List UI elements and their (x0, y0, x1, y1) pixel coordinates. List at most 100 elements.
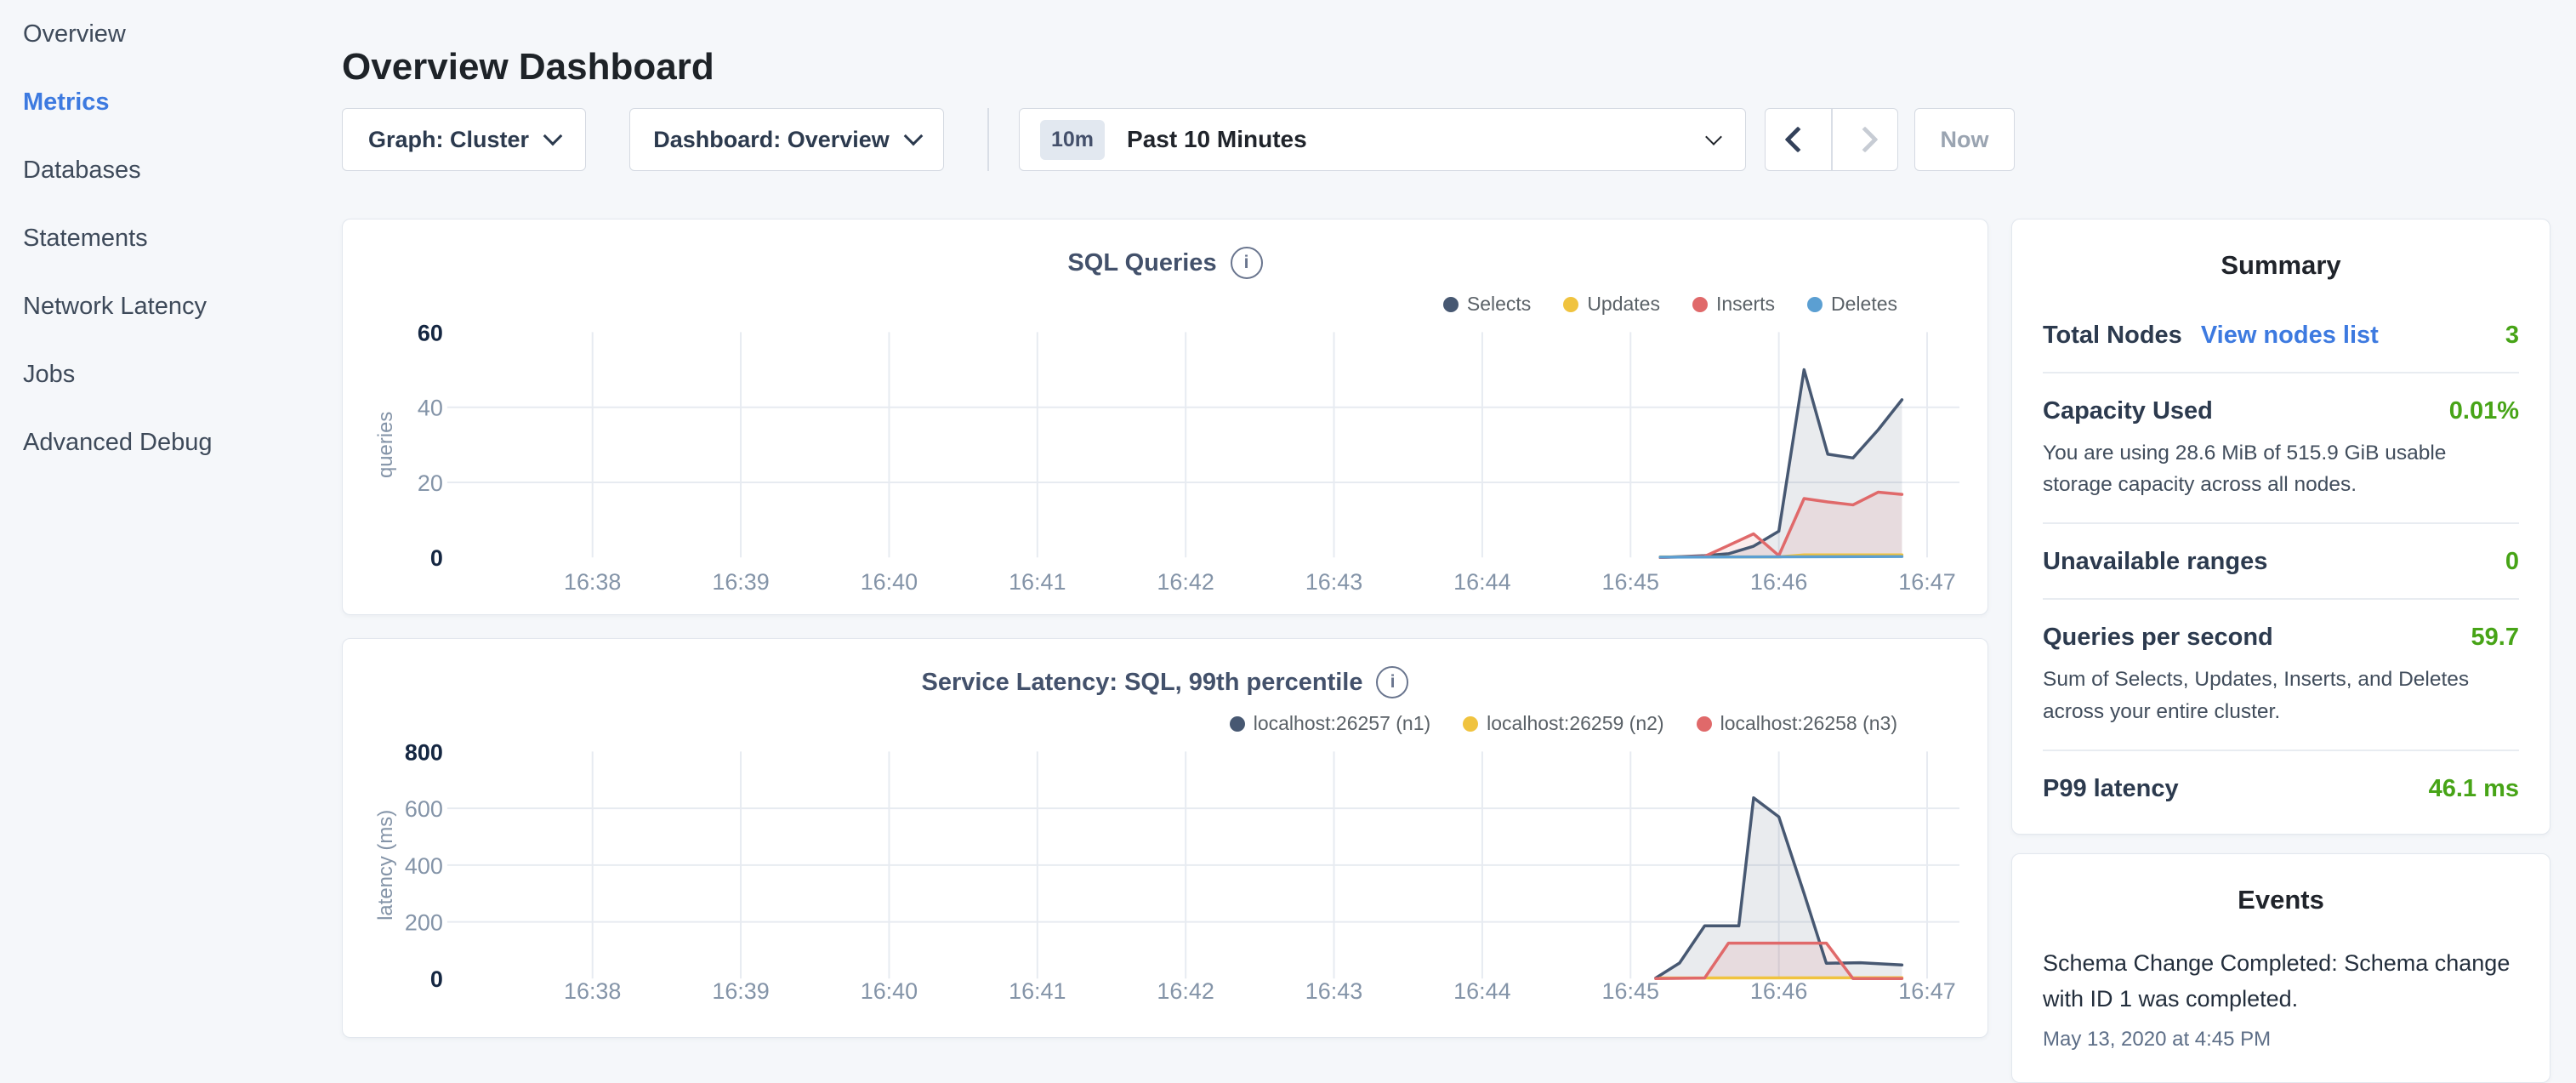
sidebar-item-statements[interactable]: Statements (23, 204, 312, 272)
controls-divider (987, 108, 989, 171)
chevron-right-icon (1851, 126, 1878, 152)
legend-dot (1697, 716, 1712, 732)
svg-text:16:39: 16:39 (712, 569, 769, 595)
svg-text:40: 40 (418, 396, 443, 421)
svg-text:0: 0 (430, 545, 443, 571)
now-button-label: Now (1941, 127, 1989, 153)
sidebar-item-databases[interactable]: Databases (23, 136, 312, 204)
svg-text:16:41: 16:41 (1009, 569, 1066, 595)
svg-text:60: 60 (418, 320, 443, 345)
sidebar-item-network-latency[interactable]: Network Latency (23, 272, 312, 340)
info-icon[interactable]: i (1376, 666, 1408, 698)
chart-legend: localhost:26257 (n1) localhost:26259 (n2… (1230, 712, 1897, 735)
sidebar-item-advanced-debug[interactable]: Advanced Debug (23, 408, 312, 476)
svg-text:16:40: 16:40 (861, 978, 918, 1004)
sidebar-item-overview[interactable]: Overview (23, 0, 312, 68)
capacity-used-value: 0.01% (2449, 397, 2519, 425)
unavailable-ranges-value: 0 (2505, 548, 2519, 576)
chevron-left-icon (1785, 126, 1811, 152)
svg-text:latency (ms): latency (ms) (374, 810, 397, 921)
svg-text:20: 20 (418, 470, 443, 496)
summary-row-p99-latency: P99 latency 46.1 ms (2043, 751, 2519, 825)
queries-per-second-value: 59.7 (2471, 624, 2519, 652)
sidebar-item-jobs[interactable]: Jobs (23, 340, 312, 408)
legend-item: localhost:26259 (n2) (1463, 712, 1663, 735)
svg-text:16:40: 16:40 (861, 569, 918, 595)
svg-text:0: 0 (430, 966, 443, 992)
svg-text:16:47: 16:47 (1898, 569, 1955, 595)
svg-text:16:41: 16:41 (1009, 978, 1066, 1004)
event-message: Schema Change Completed: Schema change w… (2043, 946, 2519, 1017)
summary-row-capacity-used: Capacity Used 0.01% You are using 28.6 M… (2043, 373, 2519, 522)
graph-scope-dropdown[interactable]: Graph: Cluster (342, 108, 586, 171)
now-button[interactable]: Now (1914, 108, 2015, 171)
sidebar-item-metrics[interactable]: Metrics (23, 68, 312, 136)
svg-text:800: 800 (405, 739, 443, 765)
svg-text:16:42: 16:42 (1157, 569, 1214, 595)
svg-text:16:39: 16:39 (712, 978, 769, 1004)
svg-text:16:44: 16:44 (1453, 978, 1510, 1004)
legend-dot (1443, 297, 1459, 312)
chevron-down-icon (903, 127, 923, 146)
summary-row-queries-per-second: Queries per second 59.7 Sum of Selects, … (2043, 600, 2519, 749)
legend-dot (1463, 716, 1478, 732)
legend-item: localhost:26257 (n1) (1230, 712, 1430, 735)
svg-text:16:38: 16:38 (564, 569, 621, 595)
view-nodes-link[interactable]: View nodes list (2201, 322, 2379, 350)
svg-text:16:43: 16:43 (1305, 978, 1362, 1004)
sql-queries-card: 16:38 16:39 16:40 16:41 16:42 16:43 16:44 16:45… (342, 219, 1988, 615)
svg-text:16:43: 16:43 (1305, 569, 1362, 595)
chevron-down-icon (543, 127, 563, 146)
legend-item: Selects (1443, 293, 1531, 316)
svg-text:600: 600 (405, 796, 443, 822)
next-timerange-button[interactable] (1833, 109, 1898, 170)
legend-item: Inserts (1692, 293, 1775, 316)
legend-dot (1563, 297, 1578, 312)
p99-latency-value: 46.1 ms (2429, 775, 2519, 803)
event-timestamp: May 13, 2020 at 4:45 PM (2043, 1028, 2519, 1052)
svg-text:16:42: 16:42 (1157, 978, 1214, 1004)
svg-text:200: 200 (405, 910, 443, 936)
time-range-selector[interactable]: 10m Past 10 Minutes (1019, 108, 1746, 171)
svg-text:queries: queries (374, 412, 397, 478)
prev-timerange-button[interactable] (1766, 109, 1831, 170)
time-window-badge: 10m (1040, 120, 1105, 160)
chart-title: Service Latency: SQL, 99th percentile (922, 669, 1363, 697)
summary-title: Summary (2012, 250, 2550, 281)
total-nodes-value: 3 (2505, 322, 2519, 350)
svg-text:16:46: 16:46 (1750, 569, 1807, 595)
legend-item: localhost:26258 (n3) (1697, 712, 1897, 735)
svg-text:400: 400 (405, 853, 443, 879)
svg-text:16:45: 16:45 (1602, 569, 1659, 595)
chart-title: SQL Queries (1067, 249, 1216, 277)
summary-row-total-nodes: Total Nodes View nodes list 3 (2043, 281, 2519, 372)
chevron-down-icon (1705, 128, 1722, 145)
svg-text:16:45: 16:45 (1602, 978, 1659, 1004)
info-icon[interactable]: i (1231, 247, 1263, 279)
legend-item: Deletes (1807, 293, 1897, 316)
capacity-used-description: You are using 28.6 MiB of 515.9 GiB usab… (2043, 437, 2519, 500)
queries-per-second-description: Sum of Selects, Updates, Inserts, and De… (2043, 664, 2519, 727)
legend-dot (1692, 297, 1708, 312)
chart-legend: Selects Updates Inserts Deletes (1443, 293, 1897, 316)
legend-item: Updates (1563, 293, 1660, 316)
svg-text:16:46: 16:46 (1750, 978, 1807, 1004)
graph-scope-label: Graph: Cluster (368, 127, 529, 153)
legend-dot (1230, 716, 1245, 732)
dashboard-dropdown[interactable]: Dashboard: Overview (629, 108, 944, 171)
svg-text:16:38: 16:38 (564, 978, 621, 1004)
service-latency-card: 16:38 16:39 16:40 16:41 16:42 16:43 16:44 16:45… (342, 638, 1988, 1038)
svg-text:16:44: 16:44 (1453, 569, 1510, 595)
events-title: Events (2012, 885, 2550, 915)
service-latency-chart[interactable]: 16:38 16:39 16:40 16:41 16:42 16:43 16:44 16:45… (343, 639, 1987, 1037)
events-panel: Events Schema Change Completed: Schema c… (2011, 853, 2550, 1083)
svg-text:16:47: 16:47 (1898, 978, 1955, 1004)
sidebar: Overview Metrics Databases Statements Ne… (23, 0, 312, 476)
legend-dot (1807, 297, 1823, 312)
time-range-label: Past 10 Minutes (1127, 126, 1307, 153)
page-title: Overview Dashboard (342, 46, 714, 88)
summary-row-unavailable-ranges: Unavailable ranges 0 (2043, 524, 2519, 598)
summary-panel: Summary Total Nodes View nodes list 3 Ca… (2011, 219, 2550, 835)
dashboard-label: Dashboard: Overview (653, 127, 890, 153)
time-pager (1765, 108, 1898, 171)
